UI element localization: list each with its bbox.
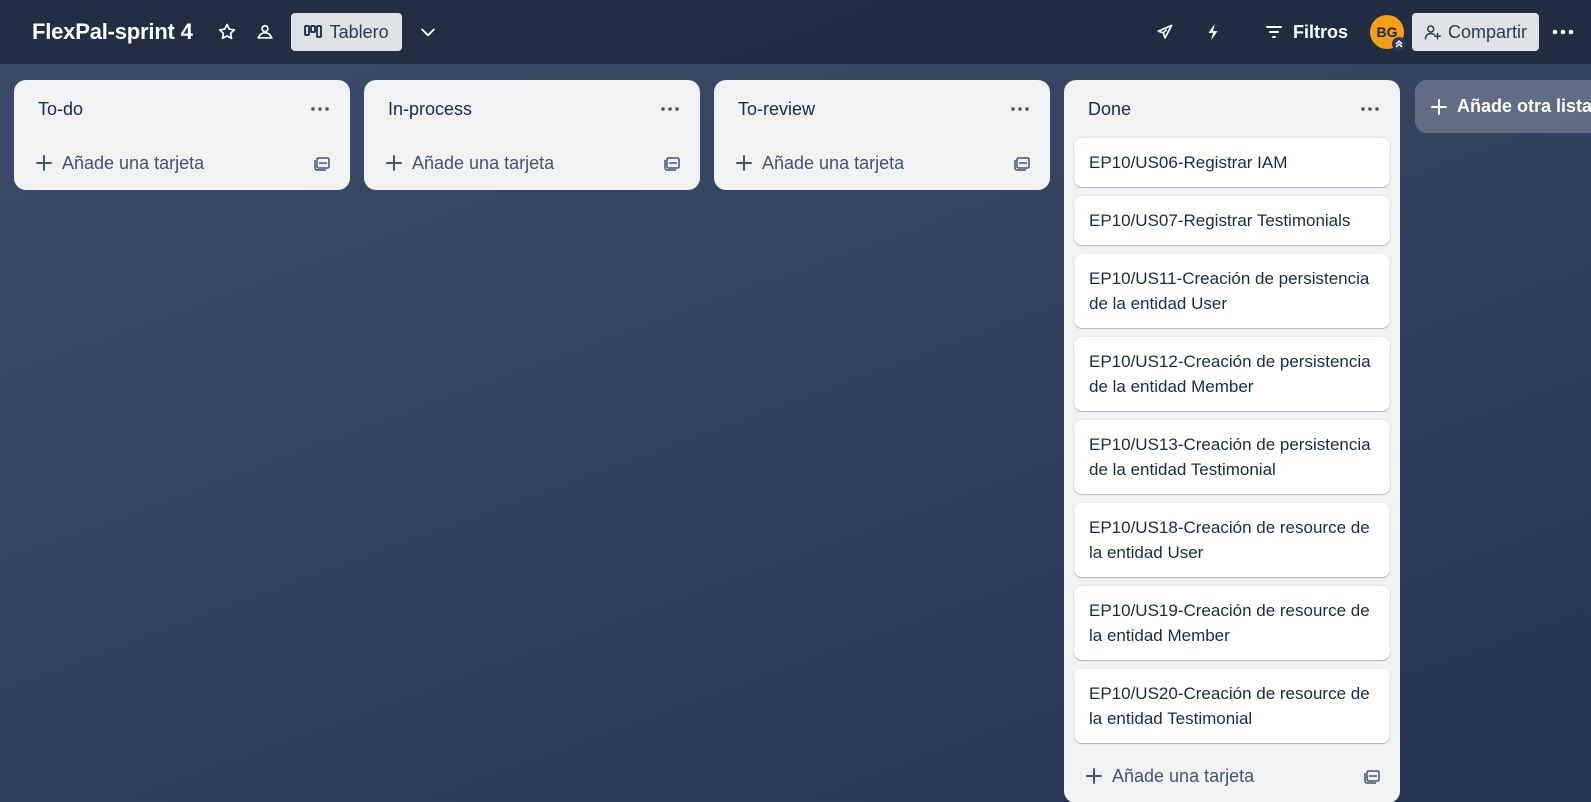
list-footer: Añade una tarjeta — [724, 138, 1040, 188]
add-list-button[interactable]: Añade otra lista — [1415, 80, 1591, 133]
add-card-label: Añade una tarjeta — [762, 152, 905, 173]
more-icon — [1361, 107, 1379, 111]
board-menu-button[interactable] — [1547, 16, 1579, 48]
create-from-template-button[interactable] — [314, 155, 330, 171]
board-view-button[interactable]: Tablero — [290, 13, 402, 51]
plus-icon — [1431, 98, 1447, 115]
more-icon — [311, 107, 329, 111]
list-menu-button[interactable] — [1006, 95, 1034, 123]
lightning-icon — [1208, 23, 1218, 41]
create-from-template-button[interactable] — [664, 155, 680, 171]
list-done: Done EP10/US06-Registrar IAM EP10/US07-R… — [1064, 80, 1400, 802]
template-icon — [1014, 157, 1030, 171]
plus-icon — [1086, 768, 1102, 784]
plus-icon — [36, 155, 52, 171]
list-header: Done — [1074, 80, 1390, 138]
chevron-up-double-icon — [1395, 39, 1403, 48]
filter-icon — [1265, 26, 1282, 38]
list-footer: Añade una tarjeta — [1074, 751, 1390, 801]
add-card-label: Añade una tarjeta — [412, 152, 555, 173]
card[interactable]: EP10/US13-Creación de persistencia de la… — [1074, 420, 1390, 494]
card[interactable]: EP10/US19-Creación de resource de la ent… — [1074, 586, 1390, 660]
share-label: Compartir — [1447, 21, 1527, 42]
chevron-down-icon — [420, 28, 435, 37]
board-header: FlexPal-sprint 4 Tablero Filtros BG Comp… — [0, 0, 1591, 64]
list-menu-button[interactable] — [306, 95, 334, 123]
board-view-icon — [303, 25, 322, 38]
list-menu-button[interactable] — [656, 95, 684, 123]
board-title[interactable]: FlexPal-sprint 4 — [32, 19, 193, 45]
plus-icon — [386, 155, 402, 171]
powerups-button[interactable] — [1149, 16, 1181, 48]
list-title[interactable]: To-do — [38, 99, 83, 120]
avatar[interactable]: BG — [1369, 15, 1406, 51]
template-icon — [664, 157, 680, 171]
add-card-button[interactable]: Añade una tarjeta — [736, 153, 904, 174]
list-title[interactable]: In-process — [388, 99, 472, 120]
card-list: EP10/US06-Registrar IAM EP10/US07-Regist… — [1074, 138, 1390, 743]
card[interactable]: EP10/US07-Registrar Testimonials — [1074, 196, 1390, 245]
card[interactable]: EP10/US18-Creación de resource de la ent… — [1074, 503, 1390, 577]
share-button[interactable]: Compartir — [1411, 13, 1539, 51]
add-card-label: Añade una tarjeta — [62, 152, 205, 173]
card[interactable]: EP10/US12-Creación de persistencia de la… — [1074, 337, 1390, 411]
list-to-review: To-review Añade una tarjeta — [714, 80, 1050, 190]
list-header: To-review — [724, 80, 1040, 138]
list-title[interactable]: To-review — [738, 99, 815, 120]
list-menu-button[interactable] — [1356, 95, 1384, 123]
list-title[interactable]: Done — [1088, 99, 1131, 120]
view-switcher-button[interactable] — [412, 16, 444, 48]
list-header: To-do — [24, 80, 340, 138]
list-in-process: In-process Añade una tarjeta — [364, 80, 700, 190]
plus-icon — [736, 155, 752, 171]
filters-label: Filtros — [1292, 21, 1348, 42]
list-footer: Añade una tarjeta — [24, 138, 340, 188]
card[interactable]: EP10/US06-Registrar IAM — [1074, 138, 1390, 187]
add-card-label: Añade una tarjeta — [1112, 765, 1255, 786]
list-to-do: To-do Añade una tarjeta — [14, 80, 350, 190]
list-header: In-process — [374, 80, 690, 138]
add-person-icon — [1424, 25, 1441, 40]
rocket-icon — [1157, 24, 1173, 39]
more-icon — [661, 107, 679, 111]
board-view-label: Tablero — [329, 21, 389, 42]
more-icon — [1552, 29, 1574, 35]
card[interactable]: EP10/US20-Creación de resource de la ent… — [1074, 669, 1390, 743]
star-button[interactable] — [211, 16, 243, 48]
add-card-button[interactable]: Añade una tarjeta — [1086, 766, 1254, 787]
visibility-button[interactable] — [249, 16, 281, 48]
add-card-button[interactable]: Añade una tarjeta — [36, 153, 204, 174]
list-footer: Añade una tarjeta — [374, 138, 690, 188]
card[interactable]: EP10/US11-Creación de persistencia de la… — [1074, 254, 1390, 328]
create-from-template-button[interactable] — [1364, 768, 1380, 784]
filters-button[interactable]: Filtros — [1259, 18, 1354, 47]
automation-button[interactable] — [1197, 16, 1229, 48]
workspace-visibility-icon — [257, 24, 273, 39]
template-icon — [1364, 770, 1380, 784]
admin-badge — [1391, 37, 1406, 51]
header-actions: Filtros BG Compartir — [1149, 0, 1591, 64]
add-list-label: Añade otra lista — [1457, 96, 1591, 116]
create-from-template-button[interactable] — [1014, 155, 1030, 171]
star-icon — [218, 23, 235, 40]
template-icon — [314, 157, 330, 171]
more-icon — [1011, 107, 1029, 111]
add-card-button[interactable]: Añade una tarjeta — [386, 153, 554, 174]
